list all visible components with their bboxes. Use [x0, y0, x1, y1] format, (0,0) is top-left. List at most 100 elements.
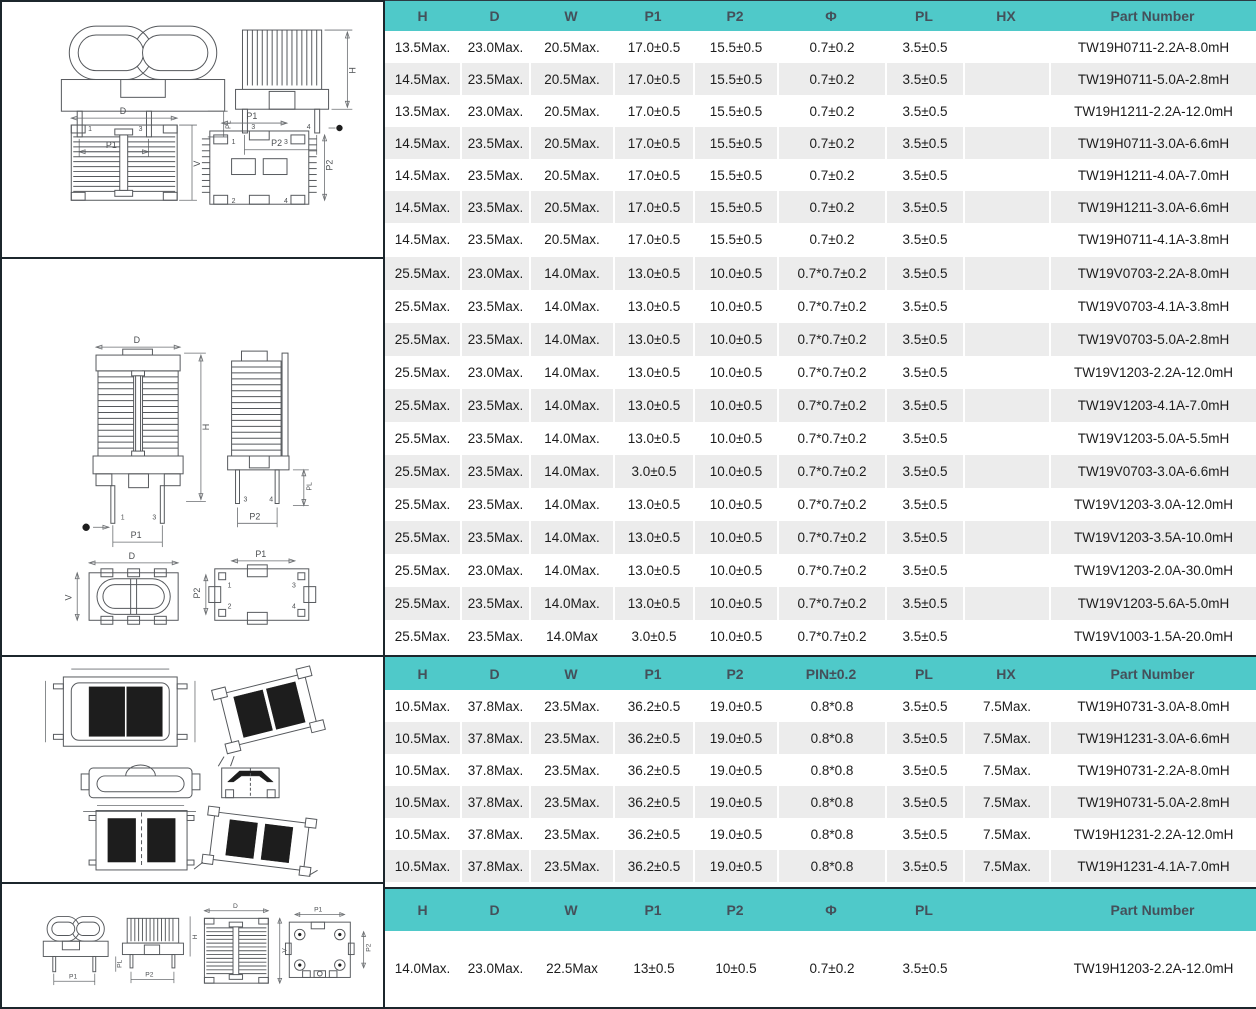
table-cell: 15.5±0.5: [693, 191, 777, 223]
table-cell: 0.7*0.7±0.2: [777, 620, 885, 653]
table-row: 10.5Max.37.8Max.23.5Max.36.2±0.519.0±0.5…: [385, 850, 1256, 882]
table-cell: 23.5Max.: [460, 223, 529, 255]
d-dim-label: D: [134, 335, 140, 345]
table-cell: 23.5Max.: [460, 159, 529, 191]
header-row: HDWP1P2ΦPLHXPart Number: [385, 1, 1256, 31]
horizontal-choke-drawing: 1 3 P1 PL: [2, 2, 383, 257]
table-cell: 3.5±0.5: [885, 786, 963, 818]
column-header: W: [529, 1, 613, 31]
table-cell: 23.5Max.: [460, 191, 529, 223]
table-cell: [963, 422, 1049, 455]
pl-dim-label: PL: [116, 959, 123, 967]
table-cell: 14.0Max.: [529, 455, 613, 488]
table-body: 25.5Max. 23.0Max. 14.0Max. 13.0±0.5 10.0±0.5…: [385, 257, 1256, 653]
table-cell: TW19V1003-1.5A-20.0mH: [1049, 620, 1256, 653]
pad-label: 2: [232, 198, 236, 205]
table-cell: 14.5Max.: [385, 191, 460, 223]
table-cell: 0.7±0.2: [777, 223, 885, 255]
table-cell: 15.5±0.5: [693, 95, 777, 127]
column-header: H: [385, 657, 460, 690]
section-vertical-type: 25.5Max. 23.0Max. 14.0Max. 13.0±0.5 10.0±0.5…: [385, 257, 1256, 655]
table-cell: 3.5±0.5: [885, 223, 963, 255]
table-cell: 13.0±0.5: [613, 257, 693, 290]
table-cell: 23.0Max.: [460, 257, 529, 290]
column-header: H: [385, 1, 460, 31]
table-cell: TW19H1211-2.2A-12.0mH: [1049, 95, 1256, 127]
table-cell: 3.0±0.5: [613, 455, 693, 488]
table-cell: TW19H0711-5.0A-2.8mH: [1049, 63, 1256, 95]
table-cell: 3.5±0.5: [885, 95, 963, 127]
table-row: 25.5Max.23.5Max.14.0Max.13.0±0.510.0±0.5…: [385, 422, 1256, 455]
spec-table-compact: HDWP1P2ΦPLPart Number 14.0Max.23.0Max.22…: [385, 887, 1256, 1005]
table-row: 25.5Max.23.5Max.14.0Max.3.0±0.510.0±0.50…: [385, 455, 1256, 488]
table-cell: 25.5Max.: [385, 356, 460, 389]
table-cell: 20.5Max.: [529, 191, 613, 223]
p2-dim-label: P2: [145, 971, 153, 978]
section-horizontal-type: HDWP1P2ΦPLHXPart Number 13.5Max.23.0Max.…: [385, 0, 1256, 257]
table-cell: 14.0Max.: [529, 389, 613, 422]
table-cell: 7.5Max.: [963, 786, 1049, 818]
p2-dim-label: P2: [249, 511, 260, 521]
pl-dim-label: PL: [307, 482, 314, 491]
table-cell: [963, 488, 1049, 521]
table-cell: 13.5Max.: [385, 95, 460, 127]
front-view: P1 PL: [43, 916, 123, 985]
table-row: 13.5Max.23.0Max.20.5Max.17.0±0.515.5±0.5…: [385, 95, 1256, 127]
table-cell: 14.0Max: [529, 620, 613, 653]
table-row: 25.5Max.23.5Max.14.0Max.13.0±0.510.0±0.5…: [385, 521, 1256, 554]
table-cell: 10.0±0.5: [693, 422, 777, 455]
table-cell: [963, 127, 1049, 159]
table-cell: 0.7*0.7±0.2: [777, 323, 885, 356]
table-cell: 3.5±0.5: [885, 754, 963, 786]
table-row: 25.5Max.23.0Max.14.0Max.13.0±0.510.0±0.5…: [385, 257, 1256, 290]
table-cell: 0.7*0.7±0.2: [777, 587, 885, 620]
table-cell: 3.5±0.5: [885, 191, 963, 223]
table-cell: 37.8Max.: [460, 786, 529, 818]
table-cell: 10.5Max.: [385, 690, 460, 722]
side-view: 3 4 H P2: [236, 30, 358, 155]
table-row: 14.0Max.23.0Max.22.5Max13±0.510±0.50.7±0…: [385, 931, 1256, 1005]
column-header: PL: [885, 657, 963, 690]
drawing-panel-horizontal-choke: 1 3 P1 PL: [0, 0, 385, 257]
table-cell: 3.5±0.5: [885, 257, 963, 290]
p1-dim-label: P1: [246, 111, 257, 121]
table-cell: TW19V0703-2.2A-8.0mH: [1049, 257, 1256, 290]
table-cell: TW19V1203-2.2A-12.0mH: [1049, 356, 1256, 389]
table-cell: 14.0Max.: [529, 488, 613, 521]
table-row: 25.5Max.23.5Max.14.0Max.13.0±0.510.0±0.5…: [385, 488, 1256, 521]
column-header: P1: [613, 657, 693, 690]
pad-label: 4: [284, 198, 288, 205]
side-view: 3 4 P2 PL: [228, 351, 314, 527]
table-cell: 0.7±0.2: [777, 931, 885, 1005]
table-cell: 23.0Max.: [460, 931, 529, 1005]
table-row: 25.5Max.23.5Max.14.0Max.13.0±0.510.0±0.5…: [385, 290, 1256, 323]
table-cell: 36.2±0.5: [613, 786, 693, 818]
v-dim-label: V: [192, 161, 202, 167]
table-row: 14.5Max.23.5Max.20.5Max.17.0±0.515.5±0.5…: [385, 223, 1256, 255]
table-cell: 0.8*0.8: [777, 722, 885, 754]
table-cell: [963, 455, 1049, 488]
table-cell: TW19V0703-5.0A-2.8mH: [1049, 323, 1256, 356]
column-header: Φ: [777, 1, 885, 31]
column-header: D: [460, 1, 529, 31]
v-dim-label: V: [281, 948, 288, 953]
table-cell: 23.5Max.: [460, 389, 529, 422]
table-cell: 13.5Max.: [385, 31, 460, 63]
table-cell: 25.5Max.: [385, 620, 460, 653]
table-cell: [963, 931, 1049, 1005]
table-cell: 19.0±0.5: [693, 786, 777, 818]
table-body: 14.0Max.23.0Max.22.5Max13±0.510±0.50.7±0…: [385, 931, 1256, 1005]
table-cell: 17.0±0.5: [613, 127, 693, 159]
table-row: 25.5Max.23.5Max.14.0Max.13.0±0.510.0±0.5…: [385, 587, 1256, 620]
table-cell: 23.5Max.: [460, 127, 529, 159]
table-cell: 20.5Max.: [529, 127, 613, 159]
table-cell: 0.7*0.7±0.2: [777, 422, 885, 455]
table-cell: 10.0±0.5: [693, 554, 777, 587]
table-cell: TW19V0703-4.1A-3.8mH: [1049, 290, 1256, 323]
header-row: HDWP1P2PIN±0.2PLHXPart Number: [385, 657, 1256, 690]
table-cell: TW19V0703-3.0A-6.6mH: [1049, 455, 1256, 488]
column-header: [963, 889, 1049, 931]
p1-dim-label: P1: [255, 549, 266, 559]
table-cell: [963, 620, 1049, 653]
top-view: [46, 669, 195, 746]
